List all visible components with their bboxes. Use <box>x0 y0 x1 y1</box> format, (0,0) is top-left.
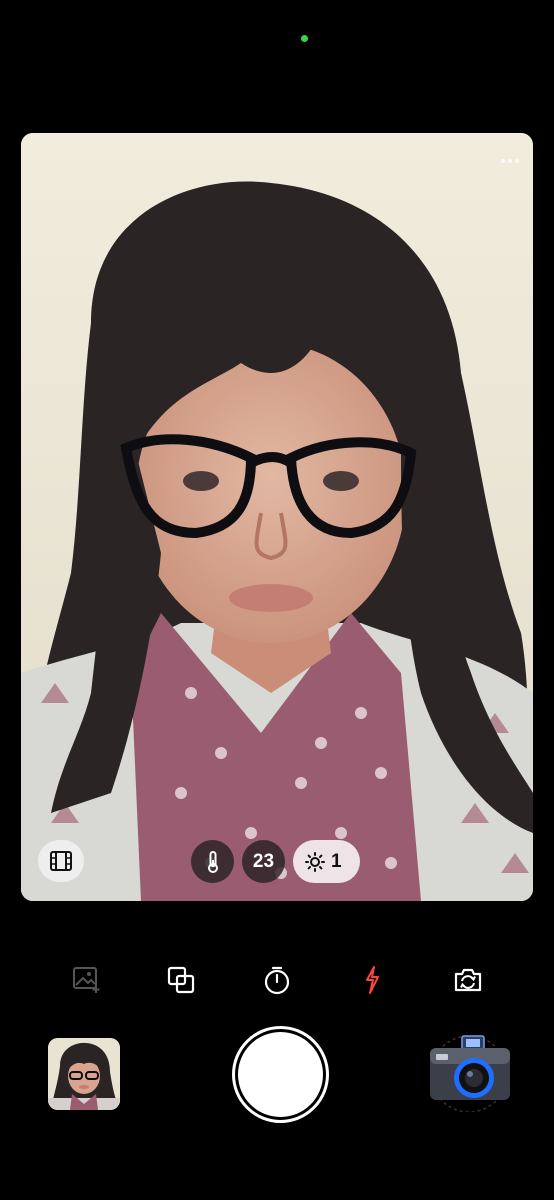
timer-button[interactable] <box>255 958 299 1002</box>
capture-settings-chips: 23 1 <box>191 840 360 883</box>
flash-icon <box>366 966 379 994</box>
exposure-chip[interactable]: 1 <box>293 840 360 883</box>
flip-camera-icon <box>454 968 482 992</box>
camera-screen: 23 1 <box>0 0 554 1200</box>
vintage-camera-icon <box>430 1035 510 1113</box>
add-photo-icon <box>73 967 100 993</box>
film-strip-icon <box>50 851 72 871</box>
viewfinder[interactable]: 23 1 <box>21 133 533 901</box>
counter-value: 23 <box>252 850 275 872</box>
gallery-thumbnail[interactable] <box>48 1038 120 1110</box>
camera-toolbar <box>0 958 554 1002</box>
flash-button[interactable] <box>350 958 394 1002</box>
camera-mode-button[interactable] <box>424 1032 514 1113</box>
layers-button[interactable] <box>159 958 203 1002</box>
last-photo-preview <box>48 1038 120 1110</box>
thermometer-icon <box>207 850 218 873</box>
live-preview <box>21 133 533 901</box>
layers-icon <box>167 966 195 994</box>
shutter-button[interactable] <box>232 1026 329 1123</box>
more-options-icon[interactable] <box>501 159 519 163</box>
counter-chip[interactable]: 23 <box>242 840 285 883</box>
flip-camera-button[interactable] <box>446 958 490 1002</box>
add-photo-button[interactable] <box>65 958 109 1002</box>
timer-icon <box>264 966 290 995</box>
shutter-inner <box>238 1032 323 1117</box>
film-strip-button[interactable] <box>38 840 84 882</box>
camera-indicator-dot <box>301 35 308 42</box>
temperature-chip[interactable] <box>191 840 234 883</box>
exposure-value: 1 <box>331 850 342 872</box>
brightness-icon <box>305 851 325 872</box>
